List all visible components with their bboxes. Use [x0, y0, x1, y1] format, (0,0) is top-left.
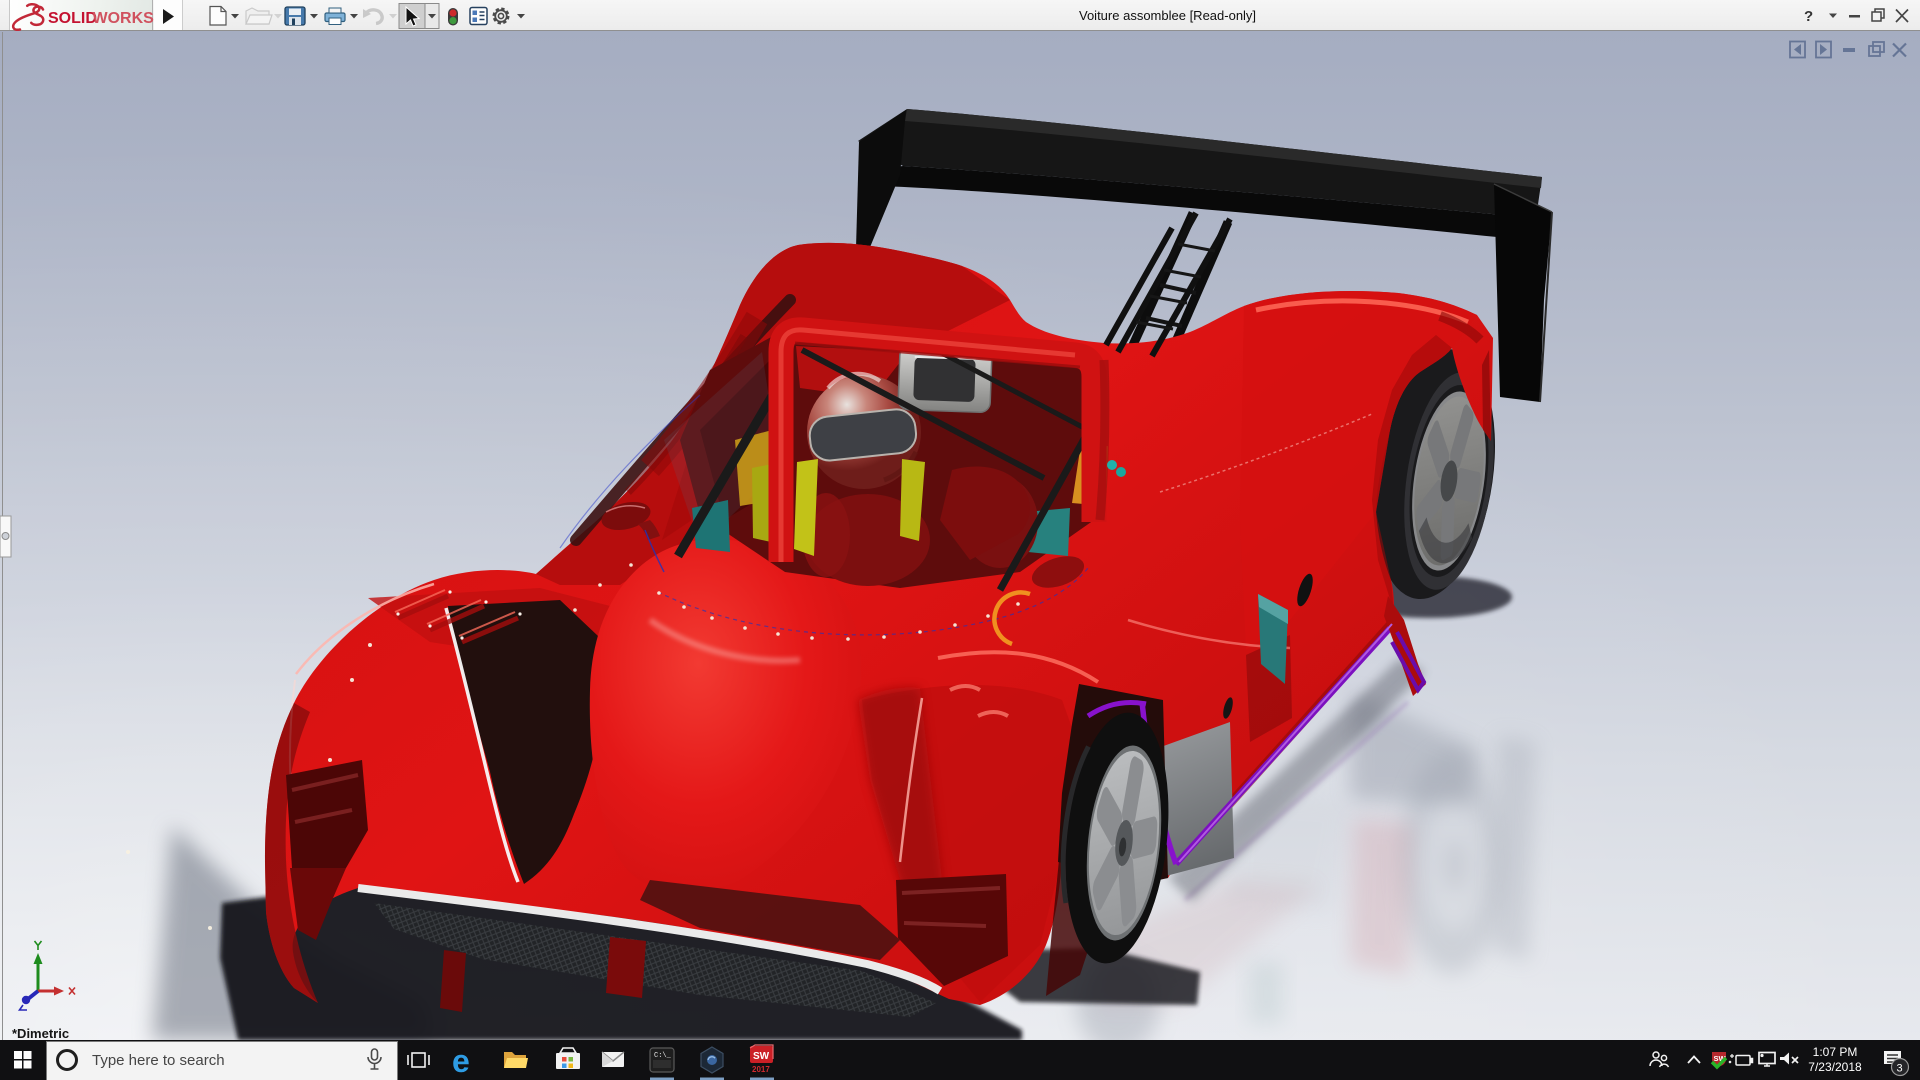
svg-text:WORKS: WORKS: [93, 10, 155, 27]
svg-text:C:\_: C:\_: [654, 1052, 672, 1060]
svg-text:2017: 2017: [752, 1065, 770, 1074]
svg-text:3: 3: [1897, 1063, 1903, 1075]
svg-text:e: e: [452, 1043, 470, 1079]
svg-text:?: ?: [1804, 8, 1813, 25]
svg-text:SW: SW: [753, 1051, 770, 1062]
svg-text:*Dimetric: *Dimetric: [12, 1026, 69, 1040]
svg-text:SOLID: SOLID: [48, 10, 97, 27]
